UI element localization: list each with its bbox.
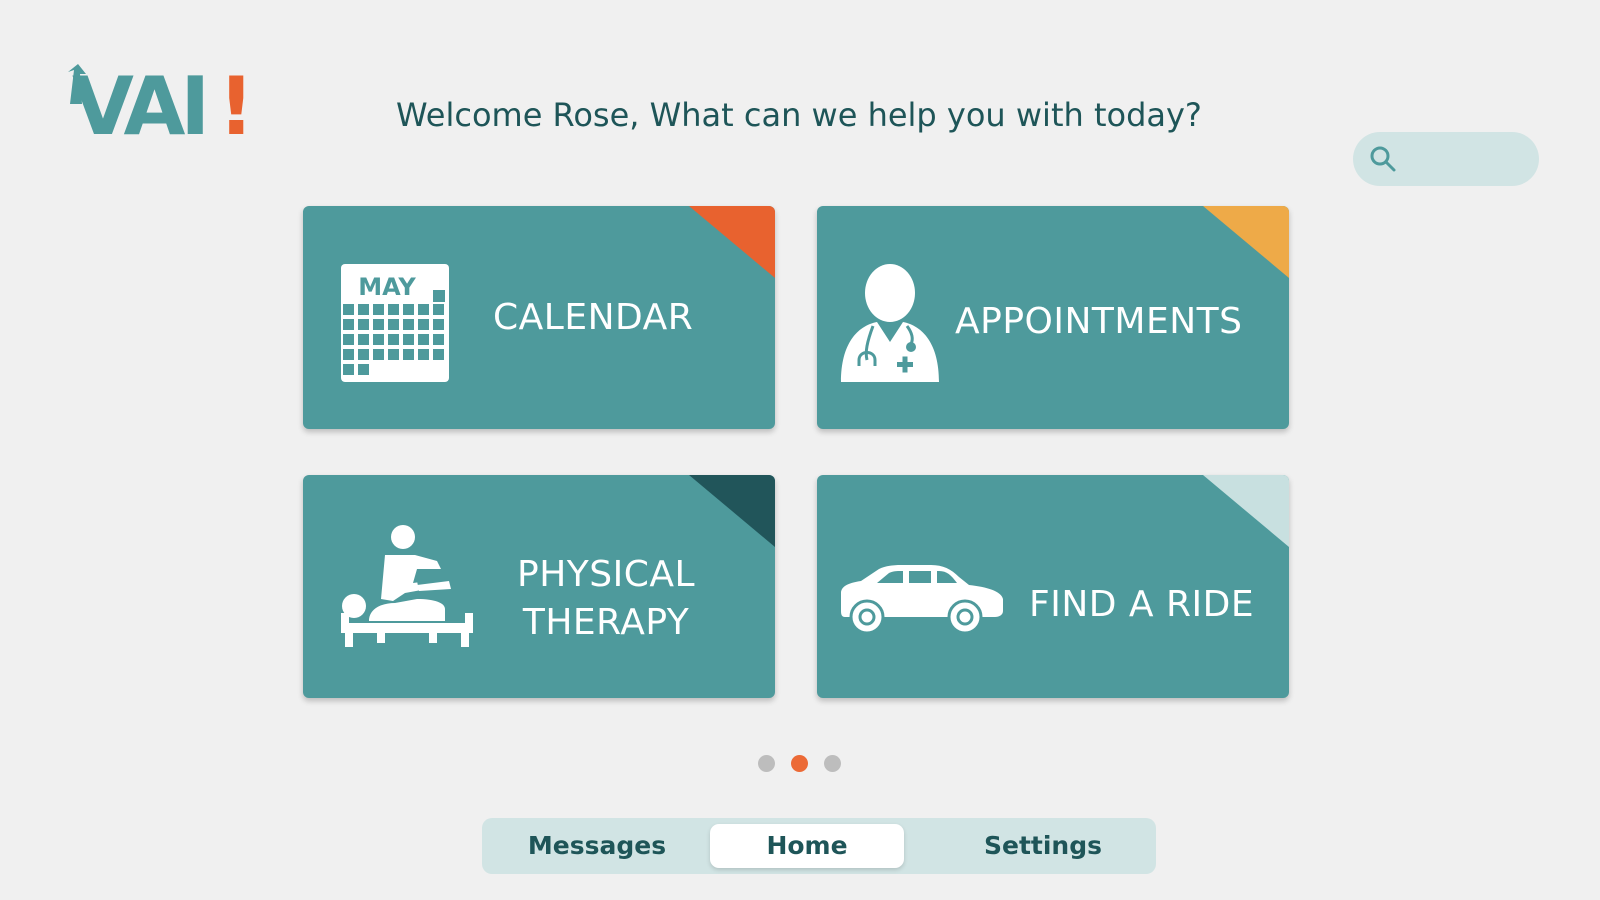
- tile-corner-accent: [689, 206, 775, 278]
- tile-corner-accent: [1203, 475, 1289, 547]
- calendar-grid-cell: [343, 304, 354, 315]
- search-bar[interactable]: [1353, 132, 1539, 186]
- vai-logo: VAI !: [68, 60, 254, 153]
- nav-home[interactable]: Home: [710, 824, 904, 868]
- calendar-grid-cell: [343, 319, 354, 330]
- physical-therapy-tile[interactable]: PHYSICAL THERAPY: [303, 475, 775, 698]
- calendar-grid-cell: [388, 334, 399, 345]
- find-a-ride-tile[interactable]: FIND A RIDE: [817, 475, 1289, 698]
- calendar-grid-cell: [403, 349, 414, 360]
- find-a-ride-label: FIND A RIDE: [1029, 584, 1255, 625]
- calendar-grid-cell: [388, 319, 399, 330]
- calendar-grid-cell: [418, 319, 429, 330]
- page-dot-3[interactable]: [824, 755, 841, 772]
- calendar-grid-cell: [343, 364, 354, 375]
- calendar-grid-cell: [418, 304, 429, 315]
- physical-therapy-label: PHYSICAL THERAPY: [517, 551, 695, 647]
- search-input[interactable]: [1405, 147, 1529, 171]
- calendar-grid-cell: [418, 349, 429, 360]
- calendar-grid-cell: [373, 334, 384, 345]
- calendar-grid-cell: [403, 319, 414, 330]
- page-dot-2-active[interactable]: [791, 755, 808, 772]
- calendar-grid-cell: [373, 349, 384, 360]
- calendar-grid-cell: [358, 319, 369, 330]
- nav-settings[interactable]: Settings: [958, 818, 1128, 874]
- logo-exclamation: !: [218, 60, 255, 153]
- calendar-grid-cell: [373, 304, 384, 315]
- logo-text: VAI: [72, 60, 210, 153]
- carousel-pagination: [758, 755, 841, 772]
- physical-therapy-label-line1: PHYSICAL: [517, 554, 696, 595]
- calendar-icon: MAY: [341, 264, 449, 382]
- welcome-heading: Welcome Rose, What can we help you with …: [396, 96, 1202, 134]
- calendar-grid-cell: [358, 304, 369, 315]
- tile-corner-accent: [689, 475, 775, 547]
- calendar-label: CALENDAR: [493, 297, 694, 338]
- calendar-grid-cell: [358, 349, 369, 360]
- calendar-grid-cell: [343, 334, 354, 345]
- calendar-grid-cell: [433, 304, 444, 315]
- calendar-grid-cell: [418, 334, 429, 345]
- bottom-navigation: Messages Home Settings: [482, 818, 1156, 874]
- calendar-grid-cell: [358, 364, 369, 375]
- calendar-grid-cell: [433, 349, 444, 360]
- page-dot-1[interactable]: [758, 755, 775, 772]
- appointments-tile[interactable]: APPOINTMENTS: [817, 206, 1289, 429]
- physical-therapy-icon: [341, 525, 473, 647]
- tile-corner-accent: [1203, 206, 1289, 278]
- doctor-icon: [841, 264, 939, 382]
- calendar-grid-cell: [373, 319, 384, 330]
- calendar-grid-cell: [403, 334, 414, 345]
- calendar-grid-cell: [388, 304, 399, 315]
- car-icon: [841, 565, 1003, 635]
- search-icon: [1370, 146, 1396, 172]
- nav-messages[interactable]: Messages: [512, 818, 682, 874]
- calendar-grid-cell: [433, 319, 444, 330]
- appointments-label: APPOINTMENTS: [955, 301, 1243, 342]
- calendar-grid-cell: [388, 349, 399, 360]
- calendar-grid-cell: [343, 349, 354, 360]
- calendar-grid-cell: [358, 334, 369, 345]
- calendar-tile[interactable]: MAY CALENDAR: [303, 206, 775, 429]
- calendar-grid-cell: [403, 304, 414, 315]
- calendar-grid-cell: [433, 334, 444, 345]
- calendar-month-text: MAY: [358, 273, 416, 301]
- physical-therapy-label-line2: THERAPY: [522, 602, 690, 643]
